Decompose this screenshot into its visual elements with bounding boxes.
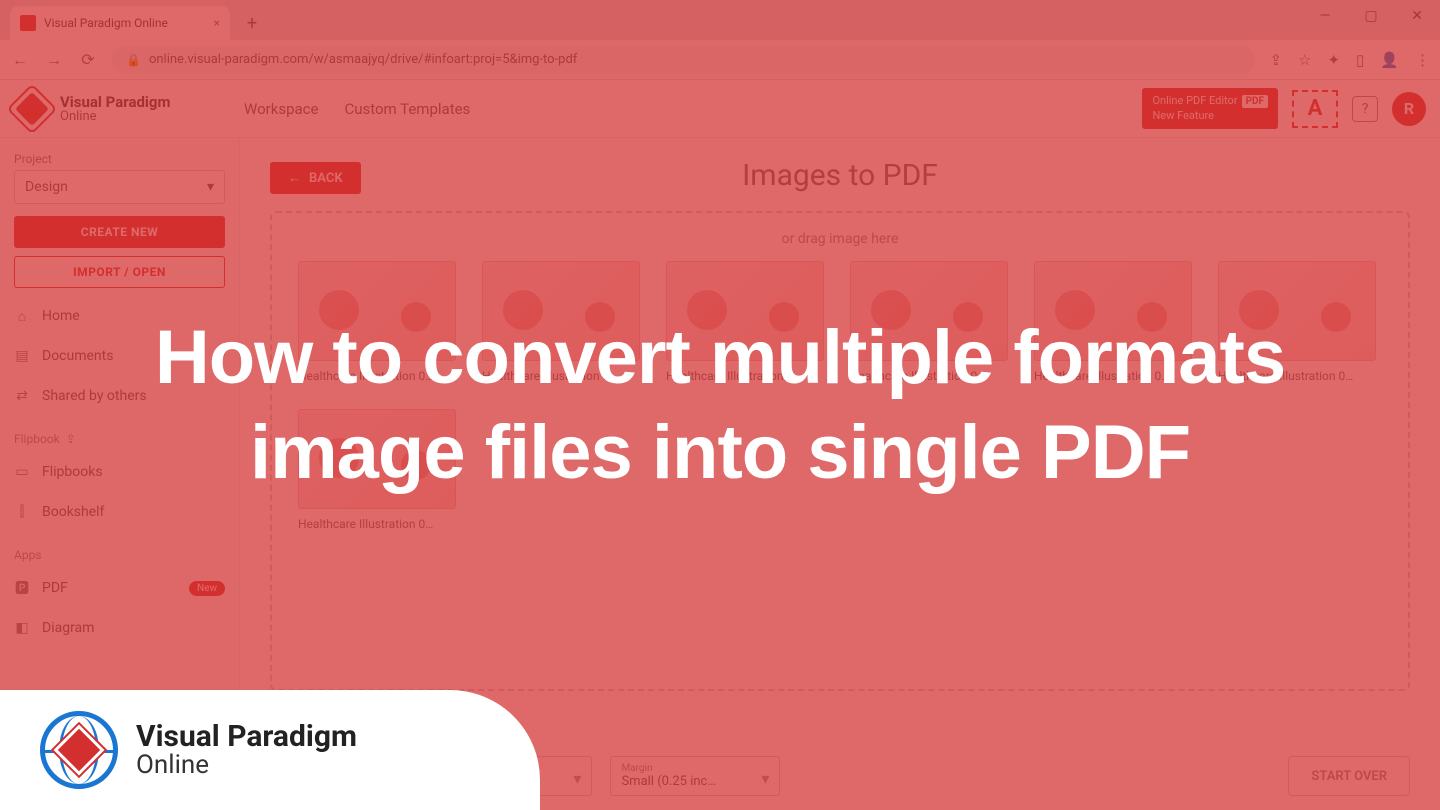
create-new-button[interactable]: CREATE NEW — [14, 216, 225, 248]
sidebar-item-home[interactable]: ⌂ Home — [14, 296, 225, 336]
browser-chrome: Visual Paradigm Online × + — ▢ ✕ ← → ⟳ 🔒… — [0, 0, 1440, 80]
document-icon: ▤ — [14, 348, 30, 364]
import-open-button[interactable]: IMPORT / OPEN — [14, 256, 225, 288]
app-logo[interactable]: Visual Paradigm Online — [14, 91, 244, 127]
close-icon[interactable]: × — [214, 16, 220, 30]
sidebar-item-bookshelf[interactable]: ⫿ Bookshelf — [14, 492, 225, 532]
tab-title: Visual Paradigm Online — [44, 16, 168, 30]
thumbnail-image — [482, 261, 640, 361]
thumbnail[interactable]: Healthcare Illustration 0… — [482, 261, 640, 383]
logo-text: Visual Paradigm Online — [60, 95, 170, 123]
thumbnail-image — [666, 261, 824, 361]
a-badge-icon[interactable]: A — [1292, 90, 1338, 128]
sidebar-item-documents[interactable]: ▤ Documents ▾ — [14, 336, 225, 376]
avatar[interactable]: R — [1392, 92, 1426, 126]
app-top-bar: Visual Paradigm Online Workspace Custom … — [0, 80, 1440, 138]
sidebar-item-pdf[interactable]: 🅿 PDF New — [14, 568, 225, 608]
panel-icon[interactable]: ▯ — [1356, 51, 1364, 69]
sidebar-section-apps: Apps — [14, 548, 225, 562]
sidebar-item-shared[interactable]: ⇄ Shared by others — [14, 376, 225, 416]
drop-zone[interactable]: or drag image here Healthcare Illustrati… — [270, 211, 1410, 691]
diagram-icon: ◧ — [14, 620, 30, 636]
url-text: online.visual-paradigm.com/w/asmaajyq/dr… — [149, 52, 577, 67]
thumbnail-image — [1218, 261, 1376, 361]
close-window-icon[interactable]: ✕ — [1394, 0, 1440, 32]
upload-icon[interactable]: ⇪ — [66, 432, 76, 446]
thumbnail-label: Healthcare Illustration 0… — [1034, 369, 1192, 383]
favicon-icon — [20, 15, 36, 31]
arrow-left-icon: ← — [288, 170, 301, 186]
thumbnail-image — [1034, 261, 1192, 361]
nav-workspace[interactable]: Workspace — [244, 100, 318, 118]
top-nav: Workspace Custom Templates — [244, 100, 470, 118]
thumbnail-image — [298, 409, 456, 509]
thumbnail-image — [850, 261, 1008, 361]
share-icon[interactable]: ⇪ — [1269, 51, 1282, 69]
pill-logo-icon — [40, 711, 118, 789]
url-input[interactable]: 🔒 online.visual-paradigm.com/w/asmaajyq/… — [112, 46, 1255, 74]
thumbnail[interactable]: Healthcare Illustration 0… — [1218, 261, 1376, 383]
thumbnail-label: Healthcare Illustration 0… — [482, 369, 640, 383]
thumbnail-image — [298, 261, 456, 361]
address-bar: ← → ⟳ 🔒 online.visual-paradigm.com/w/asm… — [0, 40, 1440, 80]
margin-select[interactable]: Margin Small (0.25 inc… — [610, 756, 780, 796]
thumbnail-grid: Healthcare Illustration 0… Healthcare Ill… — [298, 261, 1382, 531]
sidebar-item-diagram[interactable]: ◧ Diagram — [14, 608, 225, 648]
back-icon[interactable]: ← — [10, 50, 30, 70]
sidebar-section-flipbook: Flipbook ⇪ — [14, 432, 225, 446]
logo-mark-icon — [7, 83, 58, 134]
back-button[interactable]: ← BACK — [270, 162, 361, 194]
thumbnail-label: Healthcare Illustration 0… — [298, 369, 456, 383]
thumbnail-label: Healthcare Illustration 0… — [298, 517, 456, 531]
sidebar-item-flipbooks[interactable]: ▭ Flipbooks — [14, 452, 225, 492]
minimize-icon[interactable]: — — [1302, 0, 1348, 32]
flipbook-icon: ▭ — [14, 464, 30, 480]
thumbnail-label: Healthcare Illustration 0… — [1218, 369, 1376, 383]
thumbnail[interactable]: Healthcare Illustration 0… — [850, 261, 1008, 383]
extension-icons: ⇪ ☆ ✦ ▯ 👤 ⋮ — [1269, 51, 1430, 69]
new-badge: New — [189, 581, 225, 596]
browser-tab[interactable]: Visual Paradigm Online × — [10, 6, 230, 40]
drop-hint: or drag image here — [298, 231, 1382, 247]
pdf-editor-banner[interactable]: Online PDF EditorPDF New Feature — [1142, 88, 1278, 129]
thumbnail[interactable]: Healthcare Illustration 0… — [298, 409, 456, 531]
start-over-button[interactable]: START OVER — [1288, 756, 1410, 796]
home-icon: ⌂ — [14, 308, 30, 325]
project-select[interactable]: Design▾ — [14, 170, 225, 204]
reload-icon[interactable]: ⟳ — [78, 50, 98, 69]
nav-custom-templates[interactable]: Custom Templates — [344, 100, 470, 118]
tab-bar: Visual Paradigm Online × + — [0, 0, 1440, 40]
star-icon[interactable]: ☆ — [1298, 51, 1311, 69]
help-icon[interactable]: ? — [1352, 96, 1378, 122]
chevron-down-icon: ▾ — [219, 350, 225, 363]
chevron-down-icon: ▾ — [207, 179, 214, 195]
project-label: Project — [14, 152, 225, 166]
menu-icon[interactable]: ⋮ — [1415, 51, 1430, 69]
logo-pill: Visual Paradigm Online — [0, 690, 540, 810]
pdf-icon: 🅿 — [14, 578, 30, 598]
thumbnail-label: Healthcare Illustration 0… — [666, 369, 824, 383]
pill-logo-text: Visual Paradigm Online — [136, 722, 357, 778]
profile-icon[interactable]: 👤 — [1380, 51, 1399, 69]
puzzle-icon[interactable]: ✦ — [1327, 51, 1340, 69]
thumbnail[interactable]: Healthcare Illustration 0… — [666, 261, 824, 383]
forward-icon[interactable]: → — [44, 50, 64, 70]
page-title: Images to PDF — [270, 158, 1410, 193]
share-icon: ⇄ — [14, 388, 30, 404]
new-tab-button[interactable]: + — [238, 9, 266, 37]
bookshelf-icon: ⫿ — [14, 504, 30, 520]
thumbnail[interactable]: Healthcare Illustration 0… — [1034, 261, 1192, 383]
lock-icon: 🔒 — [126, 53, 141, 67]
top-right: Online PDF EditorPDF New Feature A ? R — [1142, 88, 1426, 129]
thumbnail-label: Healthcare Illustration 0… — [850, 369, 1008, 383]
window-controls: — ▢ ✕ — [1302, 0, 1440, 32]
thumbnail[interactable]: Healthcare Illustration 0… — [298, 261, 456, 383]
maximize-icon[interactable]: ▢ — [1348, 0, 1394, 32]
